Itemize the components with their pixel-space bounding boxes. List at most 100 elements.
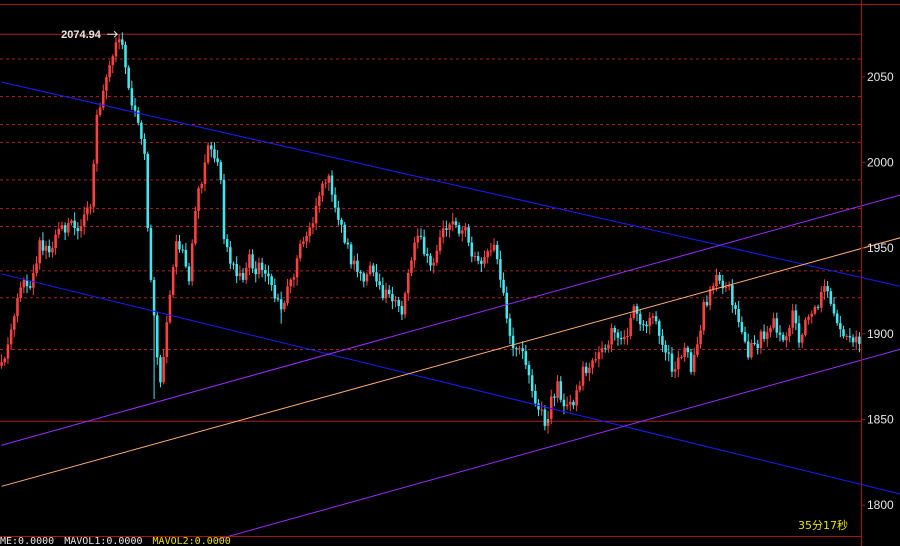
- candle-body: [346, 242, 350, 245]
- candle-body: [422, 236, 426, 254]
- candle-body: [146, 153, 150, 229]
- candle-body: [762, 331, 766, 339]
- candle-body: [149, 228, 153, 280]
- candle: [155, 311, 159, 365]
- candle-body: [302, 241, 305, 245]
- candle-body: [515, 348, 518, 350]
- candle-body: [257, 262, 261, 275]
- candle-body: [136, 110, 140, 123]
- candle-body: [159, 357, 162, 383]
- candle: [403, 291, 407, 319]
- candle-body: [244, 267, 248, 280]
- candle-body: [327, 175, 331, 183]
- candle-body: [387, 289, 391, 295]
- candle-body: [352, 260, 356, 265]
- y-tick-label: 2050: [867, 70, 894, 84]
- status-mavol2: MAVOL2:0.0000: [152, 537, 231, 546]
- candle-body: [794, 310, 798, 324]
- candle-body: [642, 324, 645, 326]
- candle-body: [829, 291, 833, 304]
- candle-body: [791, 310, 794, 328]
- candle-body: [283, 302, 286, 310]
- candle: [206, 142, 210, 165]
- candle-body: [410, 260, 413, 273]
- candle: [149, 224, 153, 283]
- candle-body: [445, 228, 448, 230]
- candle-body: [187, 266, 191, 282]
- candle-body: [155, 315, 159, 358]
- candle-body: [743, 331, 747, 342]
- candle-body: [140, 122, 143, 139]
- candle-body: [286, 286, 289, 303]
- candle-body: [740, 322, 744, 332]
- candle-body: [820, 291, 823, 308]
- candle-body: [638, 313, 642, 325]
- candle-body: [492, 244, 496, 251]
- candle-body: [324, 182, 327, 184]
- candle-body: [165, 322, 169, 357]
- candle-body: [35, 263, 38, 274]
- candle-body: [518, 348, 521, 350]
- candle-body: [746, 341, 750, 358]
- candle-body: [362, 273, 366, 282]
- candle-body: [381, 285, 385, 299]
- candle-body: [715, 274, 718, 286]
- candle-body: [778, 332, 782, 335]
- candle-body: [197, 188, 200, 212]
- candle-body: [689, 352, 693, 372]
- candle-body: [769, 327, 772, 333]
- candle-body: [781, 334, 785, 341]
- candle-body: [534, 390, 537, 404]
- candle-body: [429, 255, 432, 266]
- candle-body: [111, 56, 115, 66]
- candle-body: [696, 344, 699, 355]
- candle-body: [356, 260, 359, 272]
- candle: [190, 239, 194, 286]
- candle-body: [311, 223, 315, 228]
- candle-body: [190, 243, 194, 282]
- candle-body: [651, 316, 655, 318]
- candle-body: [378, 281, 381, 286]
- candle-body: [67, 222, 70, 233]
- candle-body: [41, 240, 45, 251]
- candle-body: [670, 353, 674, 372]
- candle-body: [495, 244, 499, 260]
- candle-body: [788, 327, 791, 337]
- candle-body: [248, 254, 251, 268]
- candle: [127, 65, 130, 91]
- candle-body: [584, 366, 588, 374]
- price-chart[interactable]: 2050 2000 1950 1900 1850 1800 2074.94 35分17秒: [0, 0, 900, 546]
- candle-body: [702, 302, 706, 331]
- candle-body: [365, 274, 369, 282]
- candle-body: [406, 272, 410, 294]
- candle-body: [578, 385, 582, 391]
- candle-body: [384, 289, 388, 299]
- candle-body: [854, 336, 858, 343]
- status-mavol1: MAVOL1:0.0000: [64, 537, 143, 546]
- candle-body: [60, 225, 64, 229]
- candle-body: [241, 273, 245, 280]
- candle-body: [664, 344, 667, 353]
- candle-body: [279, 299, 283, 310]
- candle-body: [254, 268, 258, 275]
- candle-body: [486, 251, 489, 258]
- candle-body: [699, 330, 702, 345]
- candle-body: [89, 206, 92, 208]
- candle-body: [44, 245, 48, 251]
- candle-body: [416, 235, 420, 243]
- candle-body: [47, 245, 51, 253]
- candle-body: [648, 317, 651, 327]
- candle-body: [260, 262, 264, 270]
- candle-body: [448, 224, 451, 230]
- y-tick-label: 1900: [867, 327, 894, 341]
- candle-body: [318, 195, 321, 206]
- candle-body: [16, 298, 19, 317]
- candle-body: [559, 381, 563, 400]
- candle: [92, 159, 95, 213]
- candle-body: [613, 328, 617, 333]
- candle-body: [772, 318, 775, 328]
- candle-body: [333, 194, 337, 208]
- candle-body: [832, 303, 836, 314]
- candle-body: [206, 145, 210, 163]
- candle-body: [572, 401, 575, 406]
